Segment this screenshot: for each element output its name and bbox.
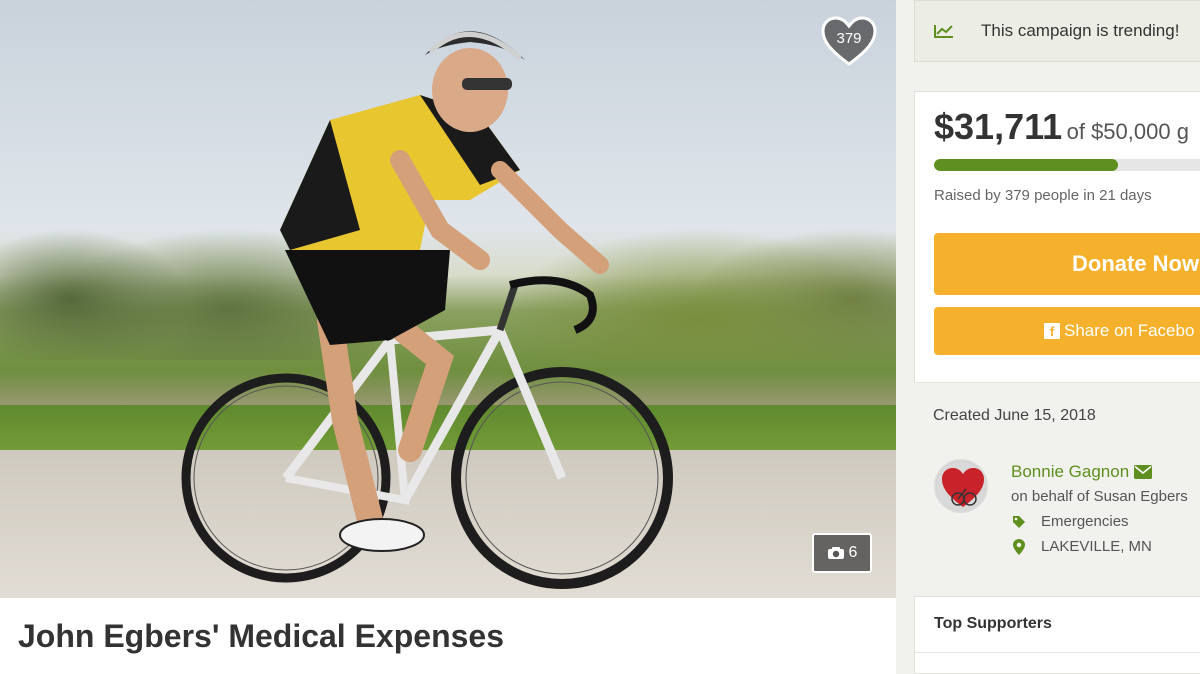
organizer-section: Bonnie Gagnon on behalf of Susan Egbers … (914, 443, 1200, 588)
campaign-main: 379 6 John Egbers' Medical Expenses (0, 0, 896, 674)
campaign-page: 379 6 John Egbers' Medical Expenses This… (0, 0, 1200, 674)
organizer-name-link[interactable]: Bonnie Gagnon (1011, 462, 1153, 482)
heart-count: 379 (836, 30, 862, 47)
progress-bar (934, 159, 1200, 171)
trending-text: This campaign is trending! (981, 21, 1180, 40)
campaign-title: John Egbers' Medical Expenses (18, 618, 504, 654)
photo-count-number: 6 (848, 544, 858, 561)
created-date: Created June 15, 2018 (933, 407, 1096, 424)
camera-icon (827, 547, 844, 559)
map-pin-icon (1011, 538, 1027, 555)
tag-icon (1011, 515, 1027, 529)
avatar-heart-icon (936, 461, 986, 511)
heart-badge[interactable]: 379 (820, 16, 878, 68)
share-on-facebook-button[interactable]: f Share on Facebo (934, 307, 1200, 355)
goal-text: of $50,000 g (1066, 119, 1189, 144)
facebook-icon: f (1044, 323, 1060, 339)
category-row[interactable]: Emergencies (1011, 513, 1129, 530)
trend-chart-icon (934, 25, 953, 38)
supporters-divider (915, 652, 1200, 653)
cyclist-illustration (181, 31, 673, 589)
progress-bar-fill (934, 159, 1118, 171)
location-label: LAKEVILLE, MN (1041, 538, 1152, 555)
location-row: LAKEVILLE, MN (1011, 538, 1152, 555)
donate-now-button[interactable]: Donate Now (934, 233, 1200, 295)
donation-card: $31,711 of $50,000 g Raised by 379 peopl… (914, 91, 1200, 383)
envelope-icon[interactable] (1134, 465, 1153, 479)
raised-amount: $31,711 (934, 106, 1063, 147)
on-behalf-of: on behalf of Susan Egbers (1011, 488, 1188, 505)
photo-gallery-button[interactable]: 6 (812, 533, 872, 573)
top-supporters-title: Top Supporters (934, 615, 1052, 632)
top-supporters-card: Top Supporters (914, 596, 1200, 674)
organizer-name: Bonnie Gagnon (1011, 462, 1130, 481)
raised-summary: Raised by 379 people in 21 days (934, 187, 1152, 204)
organizer-avatar[interactable] (934, 459, 988, 513)
trending-banner: This campaign is trending! (914, 0, 1200, 62)
campaign-photo[interactable]: 379 6 (0, 0, 896, 598)
category-label: Emergencies (1041, 513, 1129, 530)
amount-row: $31,711 of $50,000 g (934, 106, 1189, 148)
share-label: Share on Facebo (1064, 321, 1195, 340)
